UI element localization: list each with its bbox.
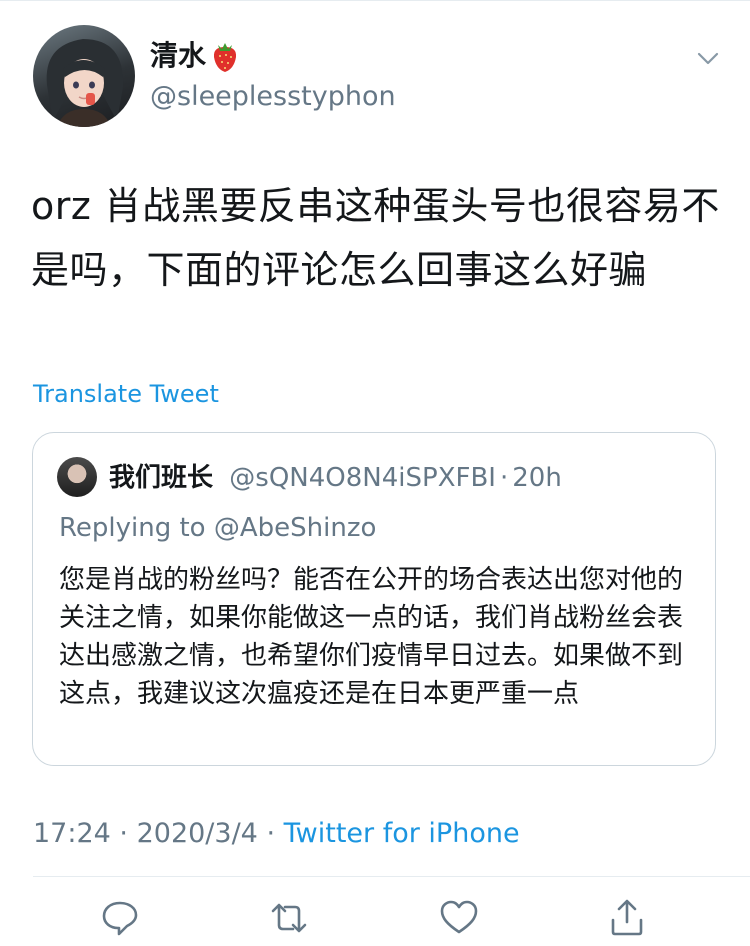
author-handle[interactable]: @sleeplesstyphon (150, 80, 396, 114)
quoted-author-handle: @sQN4O8N4iSPXFBI (229, 463, 496, 493)
top-divider (0, 0, 750, 1)
chevron-down-icon[interactable] (694, 44, 722, 72)
reply-icon (102, 901, 138, 936)
reply-button[interactable] (98, 896, 142, 940)
quoted-meta-separator: · (499, 463, 509, 493)
quoted-tweet-header: 我们班长 @sQN4O8N4iSPXFBI · 20h (109, 461, 562, 495)
meta-separator-2: · (266, 818, 276, 849)
quoted-tweet-text: 您是肖战的粉丝吗？能否在公开的场合表达出您对他的关注之情，如果你能做这一点的话，… (59, 565, 684, 709)
replying-prefix: Replying to (59, 513, 206, 543)
like-icon (440, 900, 478, 934)
meta-divider (33, 876, 750, 877)
tweet-date: 2020/3/4 (136, 818, 258, 849)
quoted-author-avatar (57, 457, 97, 497)
author-avatar[interactable] (33, 25, 135, 127)
like-button[interactable] (437, 896, 481, 940)
retweet-icon (271, 903, 307, 933)
tweet-source-link[interactable]: Twitter for iPhone (284, 818, 520, 849)
retweet-button[interactable] (267, 896, 311, 940)
quoted-tweet-card[interactable]: 我们班长 @sQN4O8N4iSPXFBI · 20h Replying to @A… (32, 432, 716, 766)
tweet-action-bar (0, 896, 750, 942)
author-display-name[interactable]: 清水 (150, 38, 206, 74)
meta-separator-1: · (119, 818, 128, 849)
replying-to-line: Replying to @AbeShinzo (59, 511, 376, 545)
share-icon (611, 899, 643, 936)
author-display-name-row[interactable]: 清水 (150, 38, 240, 74)
replying-to-mention: @AbeShinzo (213, 513, 377, 543)
strawberry-icon (210, 39, 240, 73)
share-button[interactable] (605, 896, 649, 940)
avatar-illustration (46, 39, 124, 127)
quoted-author-display-name: 我们班长 (109, 463, 214, 493)
tweet-text: orz 肖战黑要反串这种蛋头号也很容易不是吗，下面的评论怎么回事这么好骗 (31, 184, 720, 292)
tweet-meta-line: 17:24 · 2020/3/4 · Twitter for iPhone (33, 816, 520, 852)
quoted-time-ago: 20h (512, 463, 562, 493)
translate-tweet-link[interactable]: Translate Tweet (33, 378, 219, 410)
tweet-time: 17:24 (33, 818, 111, 849)
